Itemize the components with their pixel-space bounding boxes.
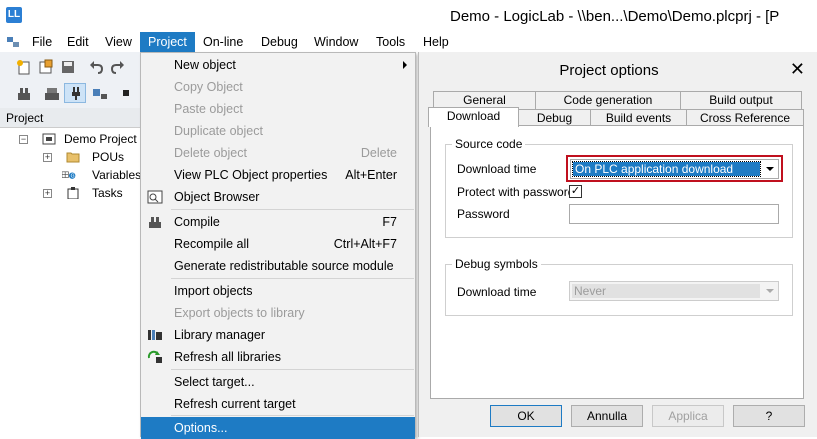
menu-item-duplicate-object[interactable]: Duplicate object: [141, 120, 415, 142]
menu-item-select-target[interactable]: Select target...: [141, 371, 415, 393]
collapse-icon[interactable]: −: [19, 135, 28, 144]
ok-button[interactable]: OK: [490, 405, 562, 427]
menu-item-copy-object[interactable]: Copy Object: [141, 76, 415, 98]
menu-item-refresh-target[interactable]: Refresh current target: [141, 393, 415, 415]
redo-icon[interactable]: [110, 59, 126, 75]
expand-icon[interactable]: +: [43, 189, 52, 198]
menu-separator: [171, 369, 414, 370]
tree-item-tasks[interactable]: + Tasks: [0, 184, 140, 202]
tree-item-variables[interactable]: G Variables: [0, 166, 142, 184]
chevron-down-icon[interactable]: [762, 160, 778, 178]
title-bar: LL Demo - LogicLab - \\ben...\Demo\Demo.…: [0, 0, 817, 32]
tasks-icon: [67, 187, 79, 199]
protect-password-label: Protect with password: [457, 185, 575, 199]
debug-download-time-value: Never: [572, 284, 760, 298]
tree-item-demo-project[interactable]: − Demo Project: [0, 130, 140, 148]
source-code-group: Source code Download time On PLC applica…: [445, 137, 793, 238]
menu-item-export-to-library[interactable]: Export objects to library: [141, 302, 415, 324]
project-icon: [42, 133, 56, 145]
menu-item-delete-object[interactable]: Delete object Delete: [141, 142, 415, 164]
tree-label: Variables: [92, 168, 142, 182]
variables-icon: G: [62, 171, 76, 180]
menu-separator: [171, 278, 414, 279]
menu-help[interactable]: Help: [415, 32, 457, 52]
menu-item-paste-object[interactable]: Paste object: [141, 98, 415, 120]
plug-icon: [72, 87, 80, 100]
library-manager-icon: [148, 330, 162, 340]
save-icon[interactable]: [60, 59, 76, 75]
menu-item-recompile-all[interactable]: Recompile all Ctrl+Alt+F7: [141, 233, 415, 255]
project-menu-dropdown: New object Copy Object Paste object Dupl…: [140, 52, 416, 439]
menu-item-view-plc-properties[interactable]: View PLC Object properties Alt+Enter: [141, 164, 415, 186]
debug-download-time-select[interactable]: Never: [569, 281, 779, 301]
project-panel-title: Project: [6, 111, 44, 125]
download-tab-panel: Source code Download time On PLC applica…: [430, 125, 804, 399]
svg-text:G: G: [71, 174, 75, 180]
refresh-libraries-icon: [147, 350, 162, 363]
tree-label: Tasks: [92, 186, 123, 200]
protect-password-checkbox[interactable]: ✓: [569, 185, 582, 198]
menu-online[interactable]: On-line: [195, 32, 251, 52]
menu-item-object-browser[interactable]: Object Browser: [141, 186, 415, 208]
menu-edit[interactable]: Edit: [59, 32, 97, 52]
source-code-legend: Source code: [452, 137, 526, 151]
menu-tools[interactable]: Tools: [368, 32, 413, 52]
window-title: Demo - LogicLab - \\ben...\Demo\Demo.plc…: [450, 8, 780, 25]
connect-toggle[interactable]: [64, 83, 86, 103]
folder-icon: [66, 152, 80, 163]
menu-window[interactable]: Window: [306, 32, 366, 52]
tree-label: POUs: [92, 150, 125, 164]
debug-download-time-label: Download time: [457, 285, 537, 299]
password-label: Password: [457, 207, 510, 221]
apply-button[interactable]: Applica: [652, 405, 724, 427]
logiclab-app-icon: LL: [6, 7, 22, 23]
compile-icon: [149, 217, 161, 228]
source-download-time-select[interactable]: On PLC application download: [570, 159, 779, 179]
project-panel-header: Project: [0, 108, 140, 128]
compile-icon[interactable]: [16, 85, 32, 101]
project-tree: − Demo Project + POUs G Variables + Task…: [0, 128, 142, 437]
chevron-down-icon[interactable]: [762, 282, 778, 300]
dialog-title: Project options: [559, 62, 659, 79]
download-time-label: Download time: [457, 162, 537, 176]
object-browser-icon: [147, 190, 163, 204]
menu-item-new-object[interactable]: New object: [141, 54, 415, 76]
menu-item-library-manager[interactable]: Library manager: [141, 324, 415, 346]
new-project-icon[interactable]: [16, 59, 32, 75]
menu-view[interactable]: View: [97, 32, 140, 52]
menu-project[interactable]: Project: [140, 32, 195, 52]
menu-item-generate-source-module[interactable]: Generate redistributable source module: [141, 255, 415, 277]
source-download-time-value: On PLC application download: [572, 161, 761, 177]
debug-symbols-legend: Debug symbols: [452, 257, 541, 271]
cancel-button[interactable]: Annulla: [571, 405, 643, 427]
undo-icon[interactable]: [88, 59, 104, 75]
password-field[interactable]: [569, 204, 779, 224]
tab-build-output[interactable]: Build output: [680, 91, 802, 109]
tree-label: Demo Project: [64, 132, 137, 146]
menu-item-compile[interactable]: Compile F7: [141, 211, 415, 233]
menu-bar: File Edit View Project On-line Debug Win…: [0, 32, 817, 52]
tab-download[interactable]: Download: [428, 107, 519, 127]
toolbar: [0, 52, 140, 110]
help-button[interactable]: ?: [733, 405, 805, 427]
menu-item-options[interactable]: Options...: [141, 417, 415, 439]
tab-code-generation[interactable]: Code generation: [535, 91, 681, 109]
stop-icon[interactable]: [118, 85, 134, 101]
menu-debug[interactable]: Debug: [253, 32, 306, 52]
menu-file[interactable]: File: [24, 32, 60, 52]
menu-item-import-objects[interactable]: Import objects: [141, 280, 415, 302]
debug-symbols-group: Debug symbols Download time Never: [445, 257, 793, 316]
menu-separator: [171, 415, 414, 416]
open-project-icon[interactable]: [38, 59, 54, 75]
submenu-arrow-icon: [403, 61, 407, 69]
menu-item-refresh-libraries[interactable]: Refresh all libraries: [141, 346, 415, 368]
recompile-icon[interactable]: [44, 85, 60, 101]
menu-separator: [171, 209, 414, 210]
close-icon[interactable]: ✕: [790, 60, 805, 78]
expand-icon[interactable]: +: [43, 153, 52, 162]
system-menu-icon[interactable]: [6, 35, 20, 49]
download-icon[interactable]: [92, 85, 108, 101]
tree-item-pous[interactable]: + POUs: [0, 148, 140, 166]
